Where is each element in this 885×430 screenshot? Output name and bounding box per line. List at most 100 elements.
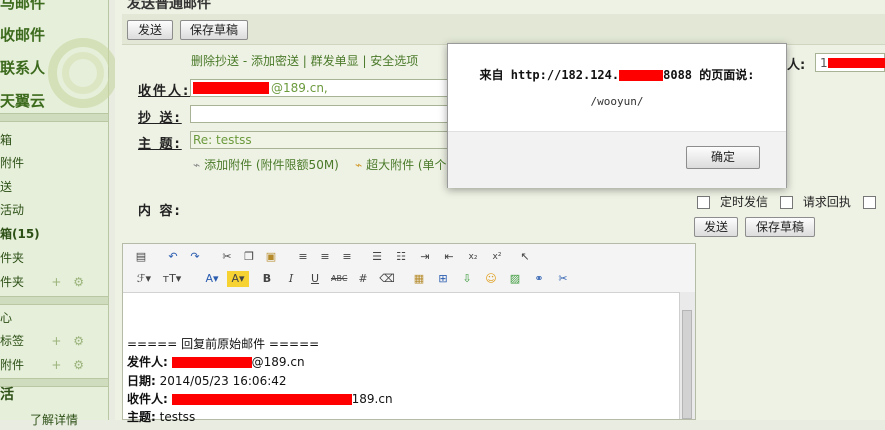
- sidebar-item-folder[interactable]: 件夹: [0, 248, 108, 268]
- sidebar-receive-mail[interactable]: 收邮件: [0, 24, 45, 45]
- ok-button[interactable]: 确定: [686, 146, 760, 169]
- add-attachment-label: 添加附件 (附件限额50M): [204, 158, 339, 172]
- table-icon[interactable]: ⊞: [435, 271, 451, 287]
- sidebar-item-activity[interactable]: 活动: [0, 200, 108, 220]
- eraser-icon[interactable]: ⌫: [379, 271, 395, 287]
- urgent-checkbox[interactable]: [862, 196, 876, 209]
- scrollbar-thumb[interactable]: [682, 310, 692, 419]
- photo-icon[interactable]: ▨: [507, 271, 523, 287]
- sidebar-item-label: 活动: [0, 203, 25, 217]
- align-center-icon[interactable]: ≡: [317, 249, 333, 265]
- big-attachment-link[interactable]: ⌁ 超大附件 (单个: [355, 156, 447, 173]
- save-draft-button-bottom[interactable]: 保存草稿: [745, 217, 815, 237]
- sidebar-item-inbox[interactable]: 箱: [0, 130, 108, 150]
- sidebar-item-label: 了解详情: [30, 413, 79, 427]
- to-value: @189.cn,: [271, 81, 328, 95]
- font-family-icon[interactable]: ℱ▾: [133, 271, 155, 287]
- editor-subject-line: 主题: testss: [127, 408, 195, 425]
- redaction: [619, 70, 664, 81]
- highlight-icon[interactable]: A▾: [227, 271, 249, 287]
- send-button[interactable]: 发送: [127, 20, 173, 40]
- pointer-icon[interactable]: ↖: [517, 249, 533, 265]
- redo-icon[interactable]: ↷: [187, 249, 203, 265]
- bold-icon[interactable]: B: [259, 271, 275, 287]
- paste-text-icon[interactable]: ▣: [263, 249, 279, 265]
- insert-image-icon[interactable]: ▦: [411, 271, 427, 287]
- sidebar-item-attach-folder[interactable]: 附件 + ⚙: [0, 355, 108, 375]
- sidebar-cloud[interactable]: 天翼云: [0, 90, 45, 111]
- send-button-bottom[interactable]: 发送: [694, 217, 738, 237]
- dialog-body: /wooyun/: [590, 95, 644, 108]
- indent-icon[interactable]: ⇥: [417, 249, 433, 265]
- date-value: 2014/05/23 16:06:42: [159, 374, 287, 388]
- sender-field[interactable]: 1: [815, 53, 885, 72]
- undo-icon[interactable]: ↶: [165, 249, 181, 265]
- sidebar-item-label: 箱(15): [0, 227, 40, 241]
- subject-label-quote: 主题:: [127, 410, 156, 424]
- editor-quote-header: ===== 回复前原始邮件 =====: [127, 337, 320, 351]
- page-title: 发送普通邮件: [127, 0, 211, 12]
- to-label-quote: 收件人:: [127, 392, 168, 406]
- sidebar-item-label: 标签: [0, 334, 25, 348]
- sidebar-write-mail[interactable]: 马邮件: [0, 0, 45, 13]
- subject-label: 主 题:: [138, 137, 182, 152]
- insert-line-icon[interactable]: ⇩: [459, 271, 475, 287]
- sidebar-item-sent[interactable]: 送: [0, 177, 108, 197]
- sidebar-item-attachments[interactable]: 附件: [0, 153, 108, 173]
- redaction: [828, 58, 885, 68]
- unlink-icon[interactable]: ✂: [555, 271, 571, 287]
- link-icon[interactable]: ⚭: [531, 271, 547, 287]
- cut-icon[interactable]: ✂: [219, 249, 235, 265]
- font-color-icon[interactable]: A▾: [201, 271, 223, 287]
- align-right-icon[interactable]: ≡: [339, 249, 355, 265]
- editor-from-line: 发件人: @189.cn: [127, 353, 305, 370]
- cc-field[interactable]: [190, 105, 448, 123]
- sidebar-item-label: 箱: [0, 133, 13, 147]
- underline-icon[interactable]: U: [307, 271, 323, 287]
- ordered-list-icon[interactable]: ☰: [369, 249, 385, 265]
- paste-icon[interactable]: ▤: [133, 249, 149, 265]
- sidebar-contacts[interactable]: 联系人: [0, 57, 45, 78]
- align-left-icon[interactable]: ≡: [295, 249, 311, 265]
- save-draft-button[interactable]: 保存草稿: [180, 20, 248, 40]
- alert-dialog: 来自 http://182.124. 8088 的页面说: /wooyun/ 确定: [447, 43, 787, 188]
- compose-options-links[interactable]: 删除抄送 - 添加密送 | 群发单显 | 安全选项: [191, 52, 418, 69]
- superscript-icon[interactable]: x²: [489, 249, 505, 265]
- dialog-message-suffix: 8088 的页面说:: [663, 68, 755, 82]
- redaction: [171, 394, 352, 405]
- dialog-message-prefix: 来自 http://182.124.: [479, 68, 620, 82]
- logo-swirl-inner: [62, 52, 104, 94]
- sidebar-item-label: 件夹: [0, 251, 25, 265]
- subscript-icon[interactable]: x₂: [465, 249, 481, 265]
- font-size-icon[interactable]: тT▾: [161, 271, 183, 287]
- receipt-checkbox[interactable]: [779, 196, 793, 209]
- spacing-icon[interactable]: #: [355, 271, 371, 287]
- sidebar-item-label: 送: [0, 180, 13, 194]
- unordered-list-icon[interactable]: ☷: [393, 249, 409, 265]
- sidebar: 马邮件 收邮件 联系人 天翼云 箱 附件 送 活动 箱(15) 件夹 件夹 + ⚙…: [0, 0, 118, 427]
- sidebar-item-tags[interactable]: 标签 + ⚙: [0, 331, 108, 351]
- sidebar-item-label: 心: [0, 311, 13, 325]
- strikethrough-icon[interactable]: ABC: [331, 271, 347, 287]
- add-settings-icons[interactable]: + ⚙: [51, 355, 88, 375]
- editor-scrollbar[interactable]: [679, 292, 695, 419]
- emoji-icon[interactable]: ☺: [483, 271, 499, 287]
- cc-label: 抄 送:: [138, 111, 182, 126]
- add-attachment-link[interactable]: ⌁ 添加附件 (附件限额50M): [193, 156, 339, 173]
- dialog-footer: 确定: [448, 131, 786, 188]
- sidebar-item-center[interactable]: 心: [0, 308, 108, 328]
- scheduled-checkbox[interactable]: [697, 196, 710, 209]
- italic-icon[interactable]: I: [283, 271, 299, 287]
- sidebar-item-life[interactable]: 活: [0, 385, 108, 405]
- editor-toolbar: ▤ ↶ ↷ ✂ ❐ ▣ ≡ ≡ ≡ ☰ ☷ ⇥ ⇤ x₂ x² ↖ ℱ▾ тT▾…: [123, 244, 695, 293]
- add-settings-icons[interactable]: + ⚙: [51, 331, 88, 351]
- sidebar-item-my-folders[interactable]: 件夹 + ⚙: [0, 272, 108, 292]
- to-value-quote: 189.cn: [351, 392, 393, 406]
- copy-icon[interactable]: ❐: [241, 249, 257, 265]
- sidebar-item-unread[interactable]: 箱(15): [0, 224, 108, 244]
- outdent-icon[interactable]: ⇤: [441, 249, 457, 265]
- add-settings-icons[interactable]: + ⚙: [51, 272, 88, 292]
- to-label: 收件人:: [138, 84, 191, 99]
- subject-field[interactable]: Re: testss: [190, 131, 448, 149]
- to-field[interactable]: @189.cn,: [190, 79, 448, 97]
